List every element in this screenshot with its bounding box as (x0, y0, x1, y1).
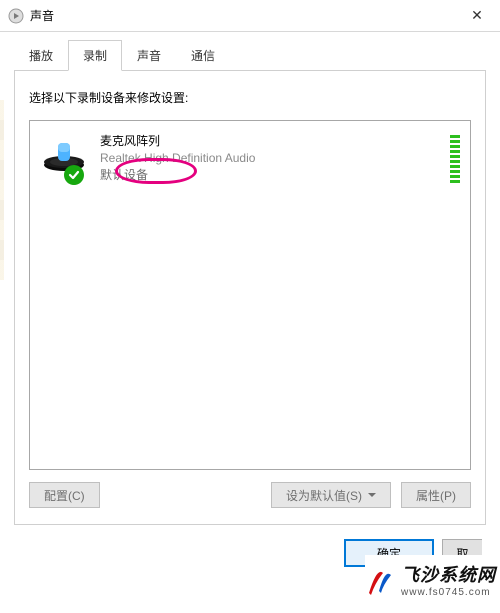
titlebar: 声音 ✕ (0, 0, 500, 32)
level-bar (450, 145, 460, 148)
watermark-line2: www.fs0745.com (401, 587, 496, 598)
tab-recording[interactable]: 录制 (68, 40, 122, 71)
app-icon (8, 8, 24, 24)
configure-button[interactable]: 配置(C) (29, 482, 100, 508)
bottom-button-row: 配置(C) 设为默认值(S) 属性(P) (29, 482, 471, 508)
instruction-text: 选择以下录制设备来修改设置: (29, 89, 471, 106)
level-bar (450, 170, 460, 173)
tab-sounds[interactable]: 声音 (122, 40, 176, 71)
level-bar (450, 150, 460, 153)
device-name: 麦克风阵列 (100, 133, 255, 150)
window-title: 声音 (30, 7, 454, 24)
default-check-icon (64, 165, 84, 185)
artifact-strip (0, 100, 4, 280)
tab-playback[interactable]: 播放 (14, 40, 68, 71)
tabstrip: 播放 录制 声音 通信 (14, 40, 486, 71)
tab-communications[interactable]: 通信 (176, 40, 230, 71)
level-bar (450, 155, 460, 158)
device-icon (40, 133, 88, 178)
level-meter (450, 133, 460, 183)
level-bar (450, 180, 460, 183)
level-bar (450, 165, 460, 168)
level-bar (450, 140, 460, 143)
close-button[interactable]: ✕ (454, 0, 500, 32)
properties-button[interactable]: 属性(P) (401, 482, 471, 508)
device-item[interactable]: 麦克风阵列 Realtek High Definition Audio 默认设备 (40, 133, 460, 183)
device-status: 默认设备 (100, 167, 255, 184)
level-bar (450, 135, 460, 138)
watermark-logo-icon (365, 559, 397, 599)
level-bar (450, 175, 460, 178)
level-bar (450, 160, 460, 163)
tab-panel: 选择以下录制设备来修改设置: 麦克风阵列 (14, 71, 486, 525)
device-driver: Realtek High Definition Audio (100, 150, 255, 167)
watermark-line1: 飞沙系统网 (401, 561, 496, 587)
watermark: 飞沙系统网 www.fs0745.com (365, 555, 500, 603)
device-list[interactable]: 麦克风阵列 Realtek High Definition Audio 默认设备 (29, 120, 471, 470)
set-default-button[interactable]: 设为默认值(S) (271, 482, 391, 508)
